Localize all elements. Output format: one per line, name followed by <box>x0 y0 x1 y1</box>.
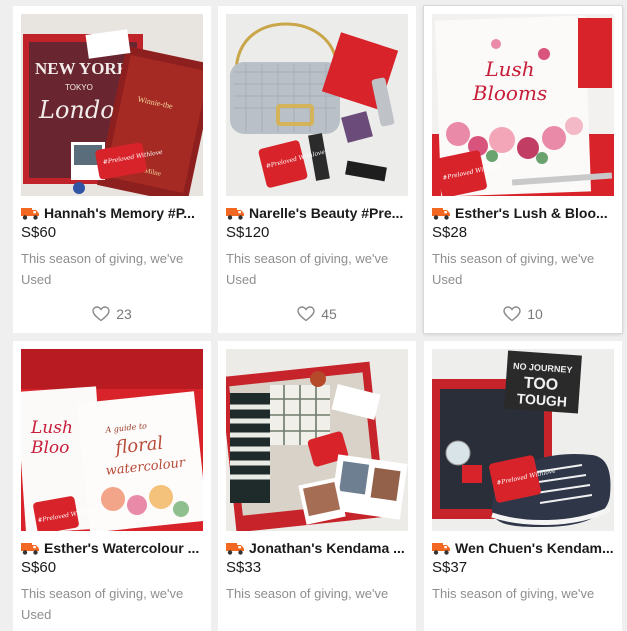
listing-price: S$120 <box>226 224 270 241</box>
like-button[interactable]: 10 <box>424 306 622 322</box>
photo-handbag-cosmetics: #Preloved Withlove <box>226 14 408 196</box>
like-button[interactable]: 45 <box>218 306 416 322</box>
like-count: 45 <box>321 306 337 322</box>
listing-condition: Used <box>21 272 52 287</box>
photo-sneakers-kendama: NO JOURNEY TOO TOUGH #Preloved Withlove <box>432 349 614 531</box>
svg-text:Lush: Lush <box>30 418 73 438</box>
heart-icon <box>503 306 521 322</box>
truck-icon <box>21 543 39 555</box>
listing-photo[interactable]: Lush Blooms #Preloved Withlove <box>432 14 614 196</box>
heart-icon <box>92 306 110 322</box>
photo-gift-box-sweater: NEW YORK TOKYO London Winnie-the A.A. Mi… <box>21 14 203 196</box>
listing-price: S$60 <box>21 559 57 576</box>
listing-description: This season of giving, we've <box>432 251 595 266</box>
listing-card[interactable]: Jonathan's Kendama ... S$33 This season … <box>218 341 416 631</box>
truck-icon <box>226 543 244 555</box>
listing-description: This season of giving, we've <box>432 586 595 601</box>
listing-card[interactable]: #Preloved Withlove Narelle's Beauty #Pre… <box>218 6 416 333</box>
listing-description: This season of giving, we've <box>21 251 184 266</box>
svg-text:Blooms: Blooms <box>472 81 547 105</box>
svg-text:TOKYO: TOKYO <box>65 83 93 92</box>
listing-description: This season of giving, we've <box>21 586 184 601</box>
listing-card[interactable]: Lush Blooms #Preloved Withlove Esther's … <box>424 6 622 333</box>
listing-grid: NEW YORK TOKYO London Winnie-the A.A. Mi… <box>0 0 627 631</box>
listing-title[interactable]: Hannah's Memory #P... <box>21 203 205 223</box>
listing-title[interactable]: Esther's Lush & Bloo... <box>432 203 616 223</box>
listing-condition: Used <box>432 272 463 287</box>
svg-text:Bloo: Bloo <box>30 438 69 458</box>
listing-description: This season of giving, we've <box>226 251 389 266</box>
svg-text:NEW YORK: NEW YORK <box>35 59 131 78</box>
photo-lush-blooms-book: Lush Blooms #Preloved Withlove <box>432 14 614 196</box>
truck-icon <box>432 208 450 220</box>
listing-photo[interactable]: NO JOURNEY TOO TOUGH #Preloved Withlove <box>432 349 614 531</box>
listing-title[interactable]: Esther's Watercolour ... <box>21 538 205 558</box>
listing-title[interactable]: Jonathan's Kendama ... <box>226 538 410 558</box>
listing-photo[interactable] <box>226 349 408 531</box>
listing-price: S$33 <box>226 559 262 576</box>
listing-title[interactable]: Wen Chuen's Kendam... <box>432 538 616 558</box>
like-count: 10 <box>527 306 543 322</box>
like-button[interactable]: 23 <box>13 306 211 322</box>
listing-condition: Used <box>226 272 257 287</box>
photo-kendama-box-shirt <box>226 349 408 531</box>
listing-photo[interactable]: #Preloved Withlove <box>226 14 408 196</box>
listing-photo[interactable]: NEW YORK TOKYO London Winnie-the A.A. Mi… <box>21 14 203 196</box>
listing-condition: Used <box>21 607 52 622</box>
svg-text:Lush: Lush <box>484 57 534 81</box>
listing-price: S$37 <box>432 559 468 576</box>
listing-card[interactable]: NO JOURNEY TOO TOUGH #Preloved Withlove <box>424 341 622 631</box>
listing-title[interactable]: Narelle's Beauty #Pre... <box>226 203 410 223</box>
listing-price: S$28 <box>432 224 468 241</box>
listing-card[interactable]: Lush Bloo A guide to floral watercolour … <box>13 341 211 631</box>
truck-icon <box>226 208 244 220</box>
listing-card[interactable]: NEW YORK TOKYO London Winnie-the A.A. Mi… <box>13 6 211 333</box>
truck-icon <box>21 208 39 220</box>
listing-description: This season of giving, we've <box>226 586 389 601</box>
truck-icon <box>432 543 450 555</box>
heart-icon <box>297 306 315 322</box>
listing-price: S$60 <box>21 224 57 241</box>
like-count: 23 <box>116 306 132 322</box>
listing-photo[interactable]: Lush Bloo A guide to floral watercolour … <box>21 349 203 531</box>
photo-watercolour-books: Lush Bloo A guide to floral watercolour … <box>21 349 203 531</box>
